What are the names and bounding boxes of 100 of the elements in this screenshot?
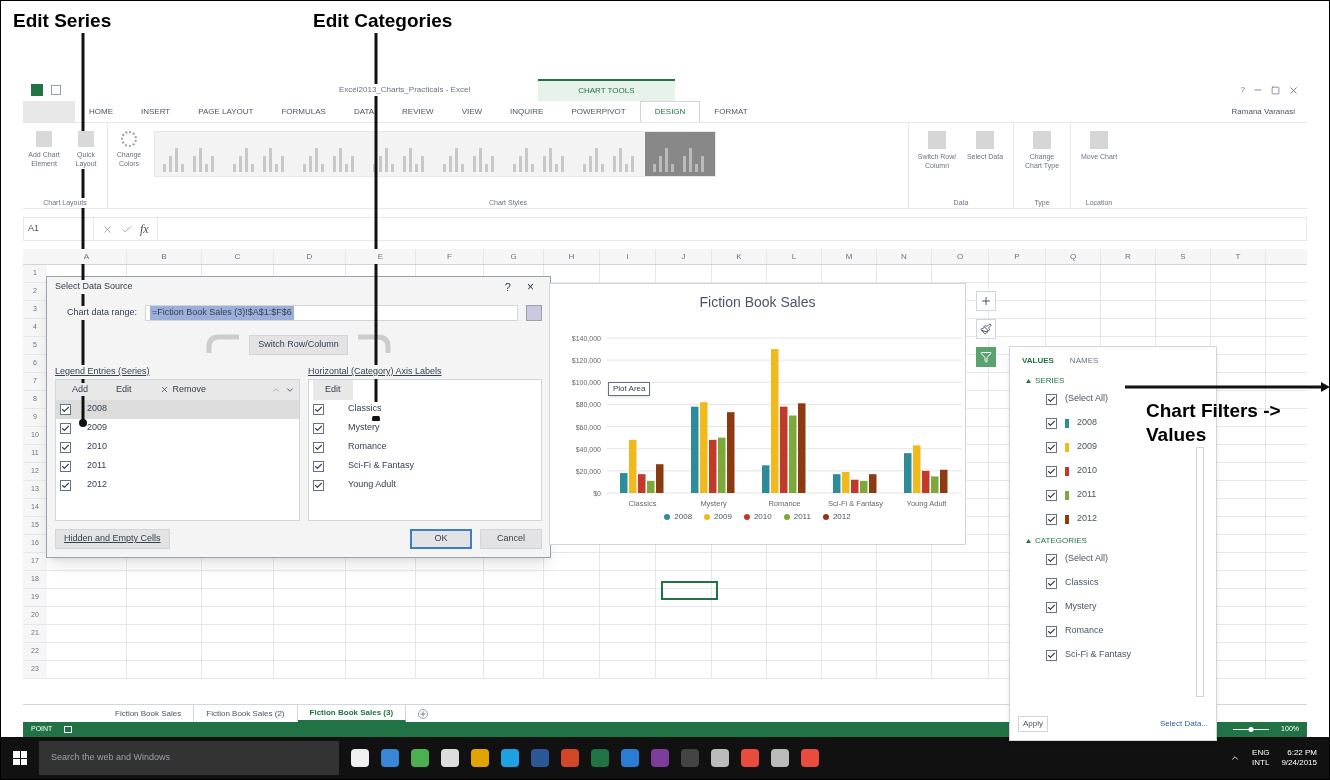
help-button[interactable]: ? bbox=[496, 278, 519, 296]
ribbon-tab[interactable]: VIEW bbox=[447, 101, 497, 122]
ribbon-tab[interactable]: INQUIRE bbox=[496, 101, 558, 122]
chart-style-thumbnail[interactable] bbox=[575, 132, 645, 176]
bar[interactable] bbox=[851, 479, 859, 493]
ribbon-tab[interactable]: INSERT bbox=[127, 101, 185, 122]
bar[interactable] bbox=[620, 473, 628, 493]
app-icon[interactable] bbox=[801, 749, 819, 767]
filter-item[interactable]: 2011 bbox=[1046, 483, 1097, 507]
bar[interactable] bbox=[638, 474, 646, 493]
checkbox[interactable] bbox=[1046, 465, 1057, 477]
language-label[interactable]: ENG bbox=[1252, 748, 1270, 758]
edit-button[interactable]: Edit bbox=[104, 382, 144, 397]
filter-item[interactable]: 2012 bbox=[1046, 507, 1098, 531]
search-field[interactable]: Search the web and Windows bbox=[39, 741, 339, 775]
bar[interactable] bbox=[762, 465, 770, 493]
checkbox[interactable] bbox=[1046, 625, 1057, 637]
add-sheet-icon[interactable] bbox=[418, 708, 429, 719]
clock-time[interactable]: 6:22 PM bbox=[1287, 748, 1317, 758]
switch-row-column-button[interactable]: Switch Row/Column bbox=[249, 335, 348, 355]
checkbox[interactable] bbox=[1046, 649, 1057, 661]
checkbox[interactable] bbox=[313, 479, 324, 491]
ribbon-tab[interactable]: DATA bbox=[339, 101, 389, 122]
edit-button[interactable]: Edit bbox=[313, 379, 353, 400]
save-icon[interactable] bbox=[51, 85, 61, 95]
list-item[interactable]: 2011 bbox=[56, 456, 299, 476]
bar[interactable] bbox=[798, 403, 806, 493]
cancel-button[interactable]: Cancel bbox=[480, 529, 542, 549]
bar[interactable] bbox=[833, 474, 841, 493]
select-data-link[interactable]: Select Data... bbox=[1159, 718, 1208, 730]
checkbox[interactable] bbox=[1046, 489, 1057, 501]
filter-item[interactable]: 2009 bbox=[1046, 435, 1098, 459]
list-item[interactable]: Mystery bbox=[309, 418, 541, 438]
checkbox[interactable] bbox=[60, 403, 71, 415]
list-item[interactable]: 2010 bbox=[56, 437, 299, 457]
list-item[interactable]: Romance bbox=[309, 437, 541, 457]
hidden-cells-button[interactable]: Hidden and Empty Cells bbox=[55, 529, 170, 549]
list-item[interactable]: 2012 bbox=[56, 475, 299, 495]
chart-filters-button[interactable] bbox=[976, 347, 996, 367]
filter-item[interactable]: (Select All) bbox=[1046, 387, 1108, 411]
bar[interactable] bbox=[869, 474, 877, 493]
bar[interactable] bbox=[647, 480, 655, 493]
checkbox[interactable] bbox=[313, 422, 324, 434]
chart-elements-button[interactable] bbox=[976, 291, 996, 311]
collapse-triangle-icon[interactable] bbox=[1026, 379, 1031, 383]
zoom-thumb[interactable] bbox=[1248, 727, 1254, 732]
filter-item[interactable]: Sci-Fi & Fantasy bbox=[1046, 643, 1131, 667]
filter-item[interactable]: 2008 bbox=[1046, 411, 1098, 435]
app-icon[interactable] bbox=[621, 749, 639, 767]
bar[interactable] bbox=[709, 439, 717, 493]
ribbon-tab[interactable]: FORMAT bbox=[700, 101, 762, 122]
app-icon[interactable] bbox=[381, 749, 399, 767]
checkbox[interactable] bbox=[1046, 601, 1057, 613]
filter-item[interactable]: (Select All) bbox=[1046, 547, 1108, 571]
app-icon[interactable] bbox=[411, 749, 429, 767]
checkbox[interactable] bbox=[60, 479, 71, 491]
ribbon-tab[interactable]: FORMULAS bbox=[267, 101, 340, 122]
sheet-tab[interactable]: Fiction Book Sales (3) bbox=[297, 705, 407, 722]
checkbox[interactable] bbox=[60, 422, 71, 434]
help-button[interactable]: ? bbox=[1240, 84, 1245, 96]
checkbox[interactable] bbox=[313, 403, 324, 415]
ok-button[interactable]: OK bbox=[410, 529, 472, 549]
scrollbar[interactable] bbox=[1196, 447, 1204, 697]
bar[interactable] bbox=[656, 464, 664, 493]
checkbox[interactable] bbox=[1046, 513, 1057, 525]
filter-item[interactable]: Classics bbox=[1046, 571, 1099, 595]
checkbox[interactable] bbox=[1046, 441, 1057, 453]
apply-button[interactable]: Apply bbox=[1018, 716, 1048, 732]
range-field[interactable]: =Fiction Book Sales (3)!$A$1:$F$6 bbox=[145, 305, 518, 321]
windows-start-icon[interactable] bbox=[13, 751, 27, 765]
app-icon[interactable] bbox=[501, 749, 519, 767]
app-icon[interactable] bbox=[741, 749, 759, 767]
checkbox[interactable] bbox=[1046, 393, 1057, 405]
close-icon[interactable] bbox=[1288, 84, 1299, 96]
ribbon-tab[interactable]: PAGE LAYOUT bbox=[184, 101, 268, 122]
bar[interactable] bbox=[727, 412, 735, 493]
checkbox[interactable] bbox=[60, 460, 71, 472]
filter-item[interactable]: Romance bbox=[1046, 619, 1104, 643]
name-box[interactable]: A1 bbox=[24, 218, 94, 240]
checkbox[interactable] bbox=[1046, 417, 1057, 429]
list-item[interactable]: Classics bbox=[309, 399, 541, 419]
app-icon[interactable] bbox=[471, 749, 489, 767]
app-icon[interactable] bbox=[441, 749, 459, 767]
filter-item[interactable]: 2010 bbox=[1046, 459, 1098, 483]
chart-style-thumbnail[interactable] bbox=[645, 132, 715, 176]
checkbox[interactable] bbox=[313, 441, 324, 453]
clock-date[interactable]: 9/24/2015 bbox=[1281, 758, 1317, 768]
panel-tab[interactable]: VALUES bbox=[1022, 355, 1054, 367]
checkbox[interactable] bbox=[1046, 553, 1057, 565]
layout-label[interactable]: INTL bbox=[1252, 758, 1270, 768]
ribbon-tab[interactable]: REVIEW bbox=[388, 101, 448, 122]
app-icon[interactable] bbox=[711, 749, 729, 767]
cancel-icon[interactable] bbox=[102, 223, 113, 235]
checkbox[interactable] bbox=[1046, 577, 1057, 589]
list-item[interactable]: Young Adult bbox=[309, 475, 541, 495]
bar[interactable] bbox=[691, 406, 699, 493]
app-icon[interactable] bbox=[771, 749, 789, 767]
app-icon[interactable] bbox=[561, 749, 579, 767]
enter-icon[interactable] bbox=[121, 223, 132, 235]
list-item[interactable]: 2009 bbox=[56, 418, 299, 438]
